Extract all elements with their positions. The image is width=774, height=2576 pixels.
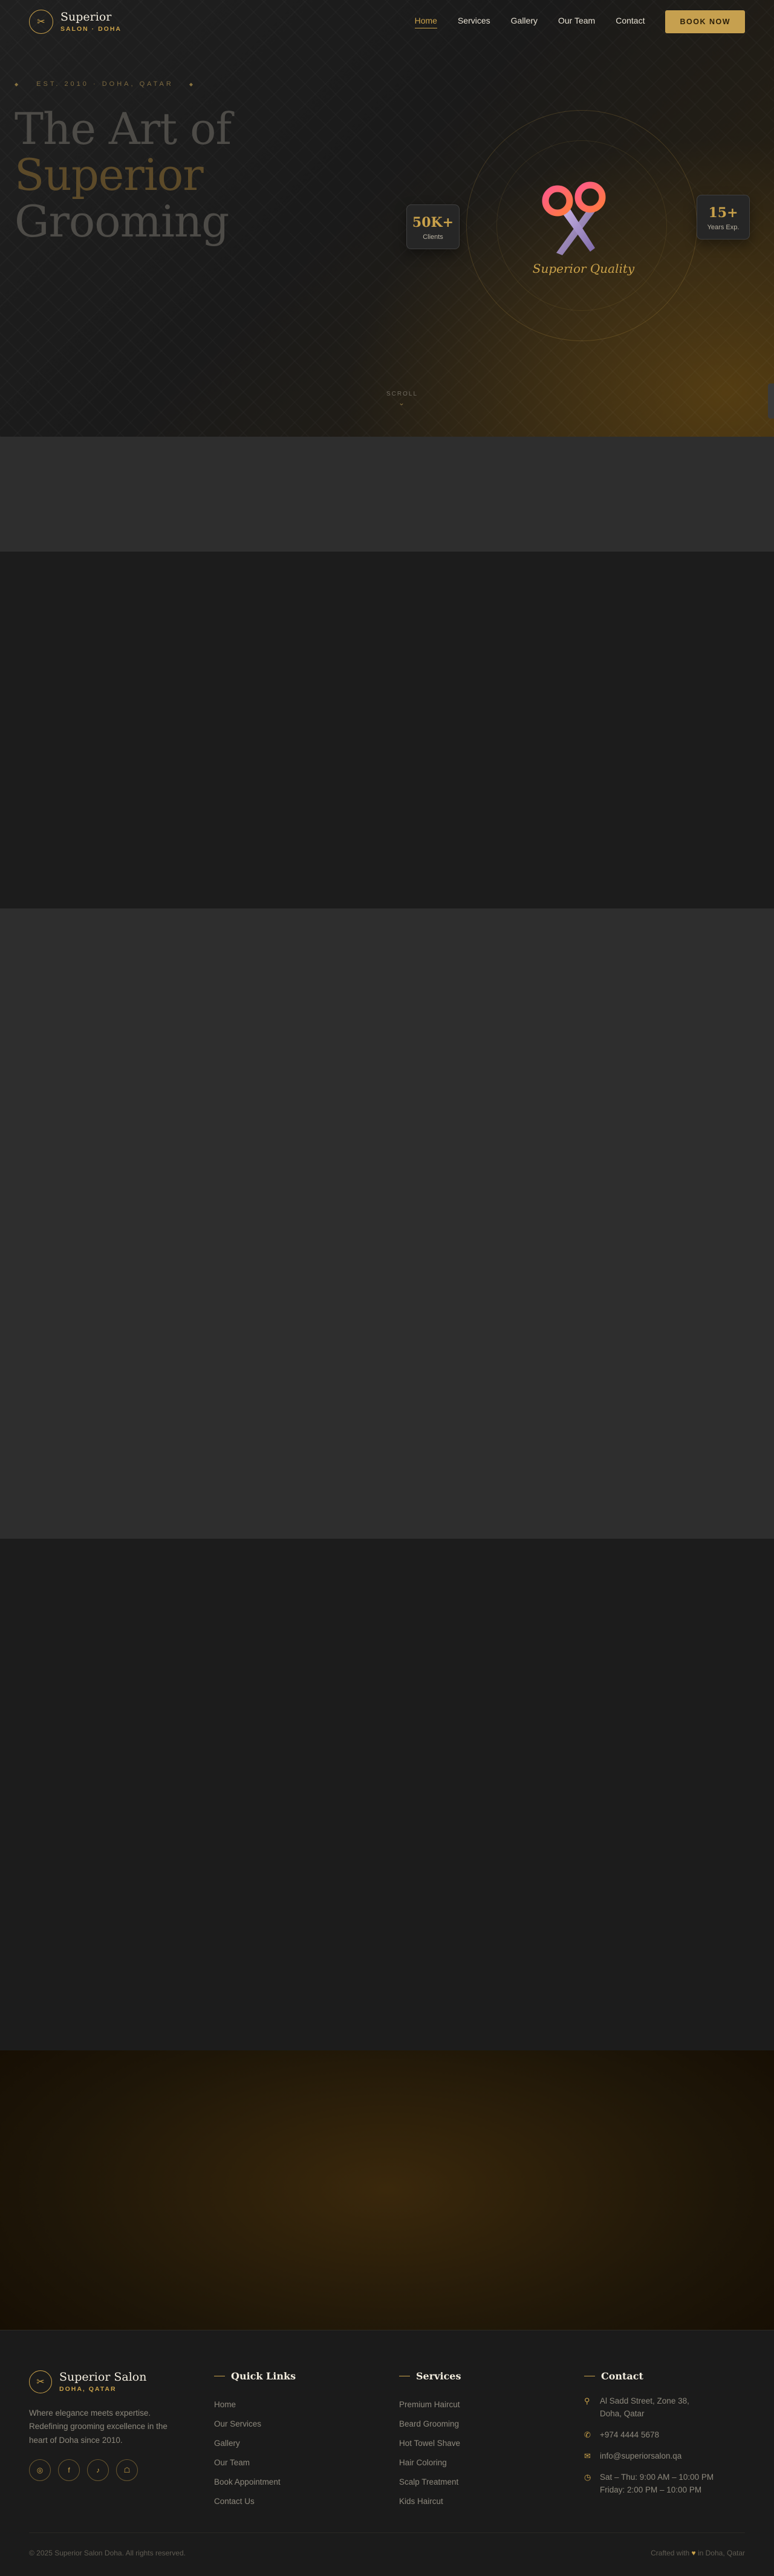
- footer-contact: Contact ⚲ Al Sadd Street, Zone 38, Doha, …: [584, 2370, 714, 2505]
- footer-service-item[interactable]: Hot Towel Shave: [399, 2434, 461, 2453]
- site-footer: ✂ Superior Salon DOHA, QATAR Where elega…: [0, 2330, 774, 2576]
- scroll-label: SCROLL: [386, 391, 418, 397]
- footer-link-home[interactable]: Home: [214, 2395, 296, 2415]
- hero-title: The Art of Superior Grooming: [15, 103, 232, 247]
- nav-services[interactable]: Services: [458, 16, 490, 28]
- footer-brand-name: Superior Salon: [59, 2370, 147, 2384]
- brand[interactable]: Superior SALON · DOHA: [60, 11, 122, 33]
- instagram-icon[interactable]: ◎: [29, 2459, 51, 2481]
- logo-icon: ✂: [29, 2370, 52, 2393]
- chevron-down-icon: ⌄: [398, 399, 406, 407]
- scroll-indicator[interactable]: SCROLL ⌄: [375, 391, 429, 407]
- main-nav: Home Services Gallery Our Team Contact B…: [394, 10, 745, 33]
- content-section: [0, 437, 774, 552]
- contact-phone[interactable]: ✆ +974 4444 5678: [584, 2429, 714, 2442]
- content-section: [0, 908, 774, 1539]
- hero-title-line1: The Art of: [15, 103, 232, 154]
- map-pin-icon: ⚲: [584, 2396, 590, 2405]
- footer-link-team[interactable]: Our Team: [214, 2453, 296, 2473]
- stat-number: 15+: [708, 205, 738, 221]
- nav-our-team[interactable]: Our Team: [558, 16, 595, 28]
- stat-label: Years Exp.: [707, 224, 740, 231]
- tiktok-icon[interactable]: ♪: [87, 2459, 109, 2481]
- clock-icon: ◷: [584, 2472, 591, 2482]
- contact-address: ⚲ Al Sadd Street, Zone 38, Doha, Qatar: [584, 2395, 714, 2421]
- footer-link-gallery[interactable]: Gallery: [214, 2434, 296, 2453]
- footer-quick-links: Quick Links Home Our Services Gallery Ou…: [214, 2370, 296, 2511]
- footer-bottom-bar: © 2025 Superior Salon Doha. All rights r…: [29, 2532, 745, 2557]
- hero-title-line3: Grooming: [15, 195, 229, 247]
- footer-heading: Contact: [584, 2370, 714, 2382]
- footer-link-services[interactable]: Our Services: [214, 2415, 296, 2434]
- stat-number: 50K+: [412, 215, 454, 230]
- crafted-note: Crafted with ♥ in Doha, Qatar: [651, 2549, 745, 2557]
- footer-link-book[interactable]: Book Appointment: [214, 2473, 296, 2492]
- superior-quality-badge: Superior Quality: [532, 261, 635, 276]
- logo-icon[interactable]: ✂: [29, 10, 53, 34]
- footer-brand-subtitle: DOHA, QATAR: [59, 2385, 117, 2393]
- phone-icon: ✆: [584, 2430, 591, 2439]
- footer-heading: Quick Links: [214, 2370, 296, 2382]
- stat-card-clients: 50K+ Clients: [406, 204, 460, 249]
- content-section: [0, 1539, 774, 2050]
- footer-service-item[interactable]: Scalp Treatment: [399, 2473, 461, 2492]
- diamond-icon: ◆: [189, 81, 195, 87]
- footer-brand[interactable]: ✂ Superior Salon DOHA, QATAR: [29, 2370, 186, 2393]
- nav-home[interactable]: Home: [414, 16, 437, 28]
- footer-service-item[interactable]: Kids Haircut: [399, 2492, 461, 2511]
- facebook-icon[interactable]: f: [58, 2459, 80, 2481]
- footer-services: Services Premium Haircut Beard Grooming …: [399, 2370, 461, 2511]
- contact-email[interactable]: ✉ info@superiorsalon.qa: [584, 2450, 714, 2463]
- established-tagline: ◆ EST. 2010 · DOHA, QATAR ◆: [15, 80, 211, 88]
- cta-section: [0, 2050, 774, 2330]
- footer-service-item[interactable]: Beard Grooming: [399, 2415, 461, 2434]
- footer-service-item[interactable]: Premium Haircut: [399, 2395, 461, 2415]
- nav-contact[interactable]: Contact: [616, 16, 645, 28]
- brand-name: Superior: [60, 10, 112, 24]
- footer-brand-column: ✂ Superior Salon DOHA, QATAR Where elega…: [29, 2370, 186, 2481]
- side-tab[interactable]: [768, 383, 774, 419]
- footer-description: Where elegance meets expertise. Redefini…: [29, 2408, 167, 2445]
- brand-subtitle: SALON · DOHA: [60, 25, 122, 33]
- nav-gallery[interactable]: Gallery: [511, 16, 538, 28]
- diamond-icon: ◆: [15, 81, 21, 87]
- heart-icon: ♥: [691, 2549, 696, 2557]
- contact-hours: ◷ Sat – Thu: 9:00 AM – 10:00 PM Friday: 2…: [584, 2471, 714, 2497]
- book-now-button[interactable]: BOOK NOW: [665, 10, 745, 33]
- copyright: © 2025 Superior Salon Doha. All rights r…: [29, 2549, 186, 2557]
- stat-label: Clients: [423, 233, 443, 241]
- footer-service-item[interactable]: Hair Coloring: [399, 2453, 461, 2473]
- snapchat-icon[interactable]: ☖: [116, 2459, 138, 2481]
- hero-title-line2: Superior: [15, 149, 204, 201]
- social-links: ◎ f ♪ ☖: [29, 2459, 186, 2481]
- site-header: ✂ Superior SALON · DOHA Home Services Ga…: [0, 0, 774, 44]
- stat-card-years: 15+ Years Exp.: [697, 195, 750, 240]
- footer-heading: Services: [399, 2370, 461, 2382]
- scissors-icon: [542, 181, 606, 255]
- mail-icon: ✉: [584, 2451, 591, 2460]
- footer-link-contact[interactable]: Contact Us: [214, 2492, 296, 2511]
- est-text: EST. 2010 · DOHA, QATAR: [36, 80, 174, 88]
- hero-section: ◆ EST. 2010 · DOHA, QATAR ◆ The Art of S…: [0, 0, 774, 437]
- content-section: [0, 552, 774, 908]
